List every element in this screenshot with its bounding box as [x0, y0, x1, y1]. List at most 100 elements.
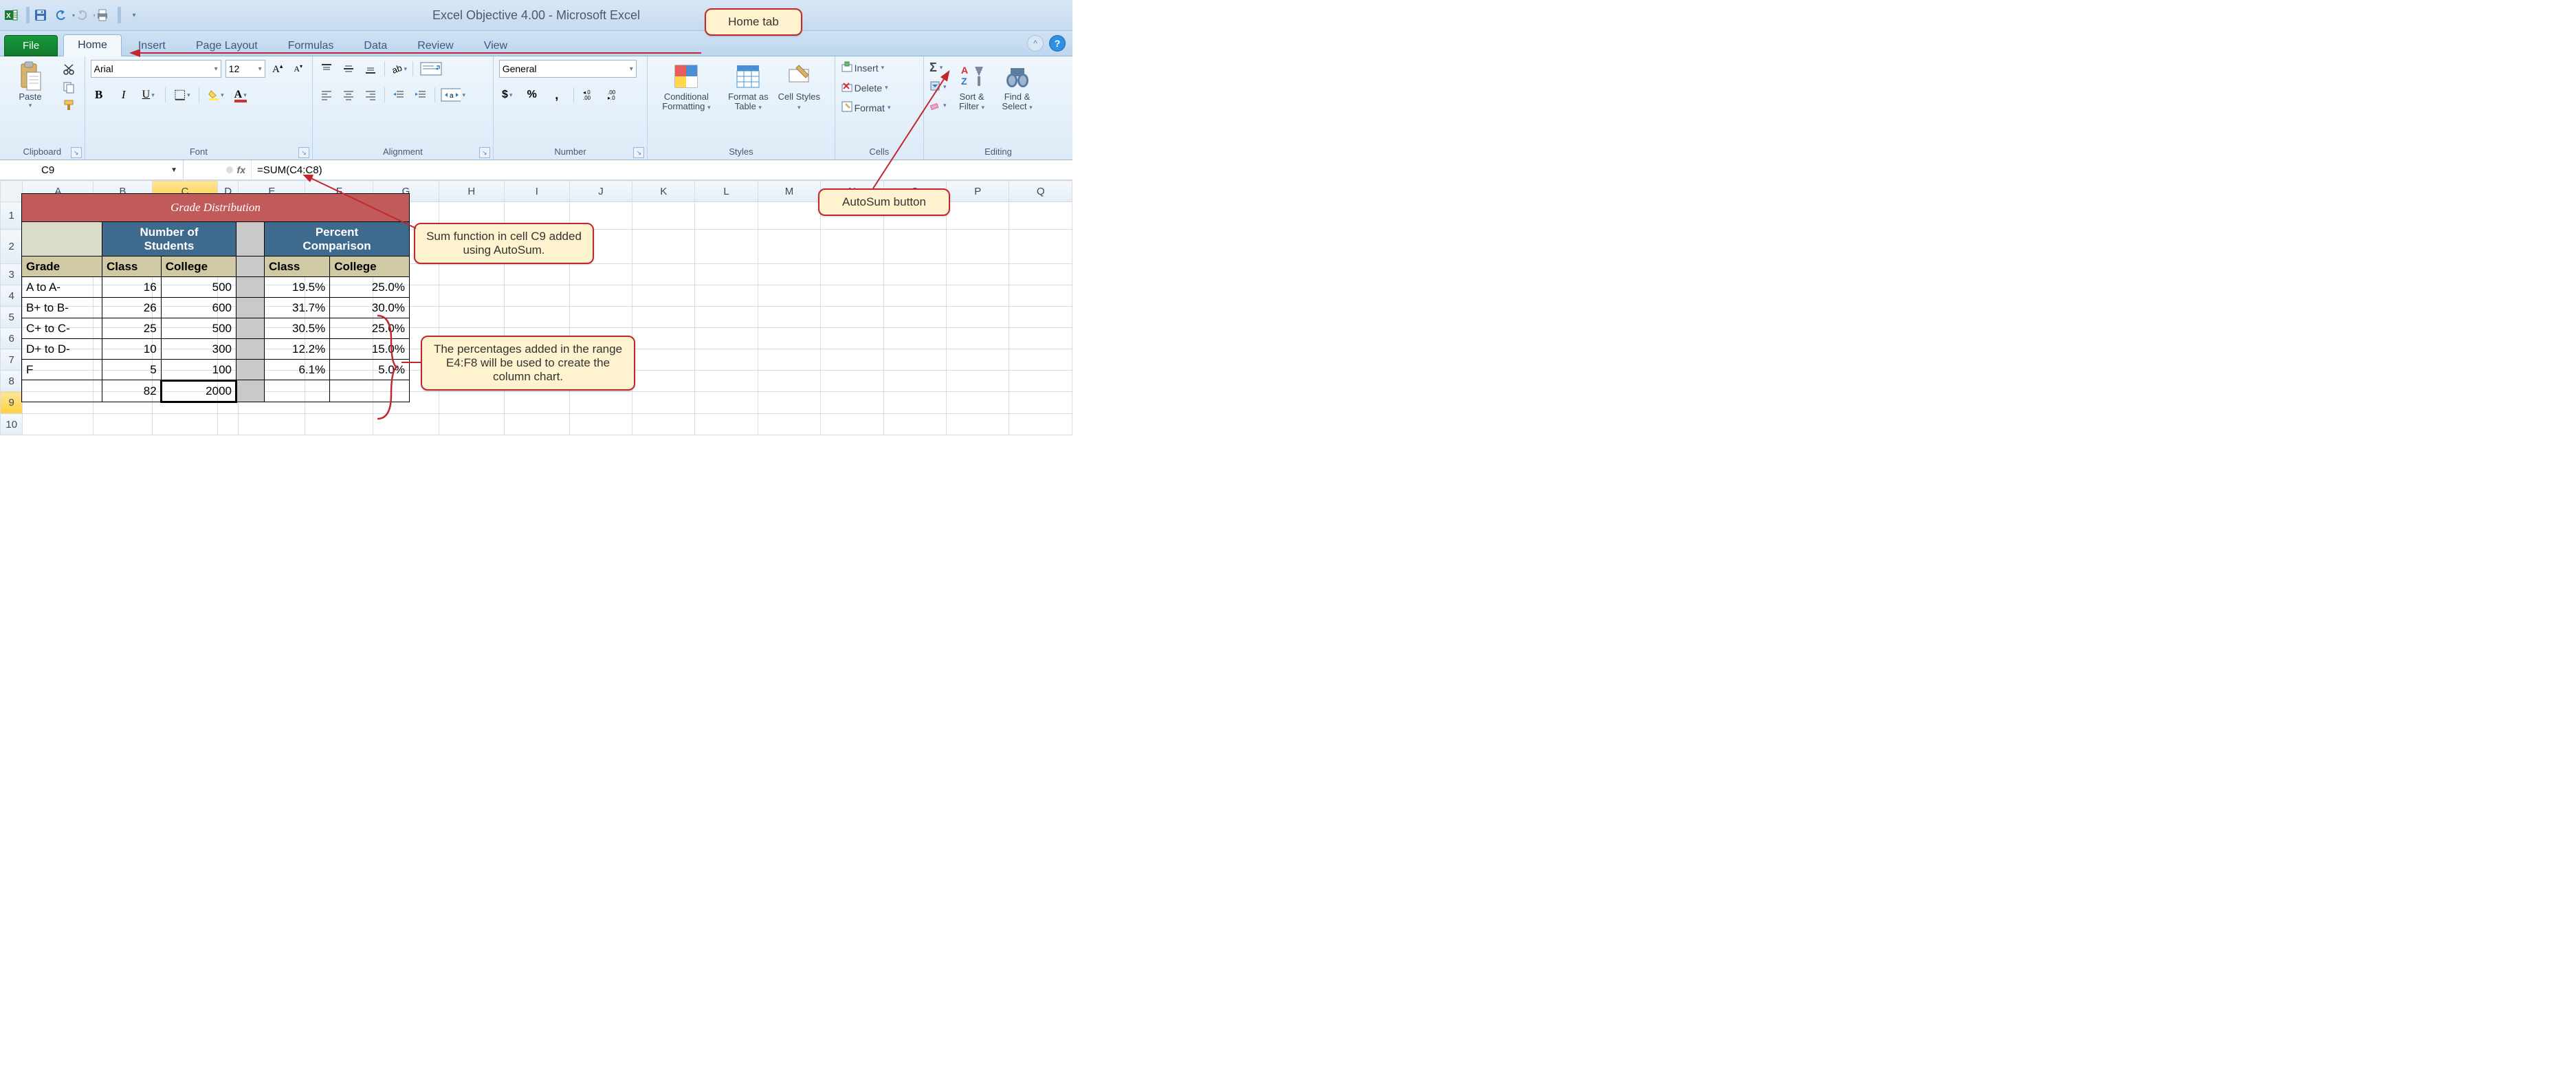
cell-L7[interactable] — [695, 349, 758, 371]
cell-M9[interactable] — [758, 392, 820, 414]
cell-J9[interactable] — [569, 392, 632, 414]
cell-K1[interactable] — [632, 202, 695, 230]
cell-L6[interactable] — [695, 328, 758, 349]
tab-view[interactable]: View — [470, 36, 521, 56]
paste-dropdown-icon[interactable]: ▾ — [29, 102, 32, 109]
cell-H3[interactable] — [439, 264, 504, 285]
cell-Q1[interactable] — [1009, 202, 1072, 230]
row-header-3[interactable]: 3 — [1, 264, 23, 285]
column-header-H[interactable]: H — [439, 181, 504, 202]
tab-insert[interactable]: Insert — [124, 36, 179, 56]
fill-button[interactable]: ▾ — [929, 80, 947, 94]
fx-icon[interactable]: fx — [237, 164, 245, 175]
cell-K6[interactable] — [632, 328, 695, 349]
align-left-icon[interactable] — [318, 87, 335, 102]
cell-N8[interactable] — [821, 371, 883, 392]
tab-formulas[interactable]: Formulas — [274, 36, 348, 56]
merge-center-icon[interactable]: a — [441, 87, 465, 102]
cell-P8[interactable] — [947, 371, 1009, 392]
cell-N9[interactable] — [821, 392, 883, 414]
format-as-table-button[interactable]: Format as Table ▾ — [720, 59, 775, 112]
data-pct-class-1[interactable]: 31.7% — [265, 298, 330, 318]
number-launcher-icon[interactable]: ↘ — [633, 147, 644, 158]
cell-L5[interactable] — [695, 307, 758, 328]
cell-P5[interactable] — [947, 307, 1009, 328]
cell-O5[interactable] — [883, 307, 946, 328]
sort-filter-button[interactable]: AZ Sort & Filter ▾ — [952, 59, 992, 112]
data-college-1[interactable]: 600 — [161, 298, 236, 318]
copy-icon[interactable] — [60, 80, 77, 95]
cell-L4[interactable] — [695, 285, 758, 307]
cell-K5[interactable] — [632, 307, 695, 328]
cancel-formula-icon[interactable] — [226, 166, 233, 173]
cell-M3[interactable] — [758, 264, 820, 285]
data-pct-class-0[interactable]: 19.5% — [265, 277, 330, 298]
cell-I4[interactable] — [504, 285, 569, 307]
font-color-button[interactable]: A — [232, 87, 249, 102]
cell-K10[interactable] — [632, 414, 695, 435]
data-college-3[interactable]: 300 — [161, 339, 236, 360]
cell-N10[interactable] — [821, 414, 883, 435]
help-icon[interactable]: ? — [1049, 35, 1066, 52]
cell-M2[interactable] — [758, 230, 820, 264]
data-college-2[interactable]: 500 — [161, 318, 236, 339]
clipboard-launcher-icon[interactable]: ↘ — [71, 147, 82, 158]
alignment-launcher-icon[interactable]: ↘ — [479, 147, 490, 158]
cell-Q2[interactable] — [1009, 230, 1072, 264]
cut-icon[interactable] — [60, 62, 77, 77]
data-grade-4[interactable]: F — [22, 360, 102, 380]
cell-Q7[interactable] — [1009, 349, 1072, 371]
align-top-icon[interactable] — [318, 61, 335, 76]
increase-font-icon[interactable]: A▴ — [269, 61, 286, 76]
cell-J10[interactable] — [569, 414, 632, 435]
cell-Q3[interactable] — [1009, 264, 1072, 285]
cell-J3[interactable] — [569, 264, 632, 285]
select-all-button[interactable] — [1, 181, 23, 202]
cell-M1[interactable] — [758, 202, 820, 230]
column-header-P[interactable]: P — [947, 181, 1009, 202]
cell-Q9[interactable] — [1009, 392, 1072, 414]
cell-K8[interactable] — [632, 371, 695, 392]
column-header-Q[interactable]: Q — [1009, 181, 1072, 202]
row-header-4[interactable]: 4 — [1, 285, 23, 307]
cell-styles-button[interactable]: Cell Styles ▾ — [777, 59, 821, 112]
cell-M5[interactable] — [758, 307, 820, 328]
cell-F10[interactable] — [305, 414, 373, 435]
qat-customize-icon[interactable]: ▾ — [129, 8, 139, 23]
column-header-M[interactable]: M — [758, 181, 820, 202]
cell-H4[interactable] — [439, 285, 504, 307]
cell-H5[interactable] — [439, 307, 504, 328]
cell-O3[interactable] — [883, 264, 946, 285]
cell-M6[interactable] — [758, 328, 820, 349]
data-grade-1[interactable]: B+ to B- — [22, 298, 102, 318]
total-class[interactable]: 82 — [102, 380, 162, 402]
italic-button[interactable]: I — [115, 87, 132, 102]
cell-L8[interactable] — [695, 371, 758, 392]
row-header-10[interactable]: 10 — [1, 414, 23, 435]
name-box[interactable]: C9 ▼ — [0, 160, 184, 179]
cell-J4[interactable] — [569, 285, 632, 307]
data-class-2[interactable]: 25 — [102, 318, 162, 339]
cell-L9[interactable] — [695, 392, 758, 414]
align-bottom-icon[interactable] — [362, 61, 379, 76]
number-format-combo[interactable]: General▾ — [499, 60, 637, 78]
cell-N2[interactable] — [821, 230, 883, 264]
data-pct-class-3[interactable]: 12.2% — [265, 339, 330, 360]
align-right-icon[interactable] — [362, 87, 379, 102]
data-class-3[interactable]: 10 — [102, 339, 162, 360]
comma-format-icon[interactable]: , — [549, 87, 565, 102]
tab-file[interactable]: File — [4, 35, 58, 56]
cell-P4[interactable] — [947, 285, 1009, 307]
cell-M8[interactable] — [758, 371, 820, 392]
format-painter-icon[interactable] — [60, 98, 77, 113]
data-grade-3[interactable]: D+ to D- — [22, 339, 102, 360]
decrease-font-icon[interactable]: A▾ — [290, 61, 307, 76]
find-select-button[interactable]: Find & Select ▾ — [998, 59, 1037, 112]
column-header-L[interactable]: L — [695, 181, 758, 202]
cell-Q6[interactable] — [1009, 328, 1072, 349]
tab-review[interactable]: Review — [404, 36, 467, 56]
font-name-combo[interactable]: Arial▾ — [91, 60, 221, 78]
cell-K2[interactable] — [632, 230, 695, 264]
cell-P7[interactable] — [947, 349, 1009, 371]
data-college-4[interactable]: 100 — [161, 360, 236, 380]
